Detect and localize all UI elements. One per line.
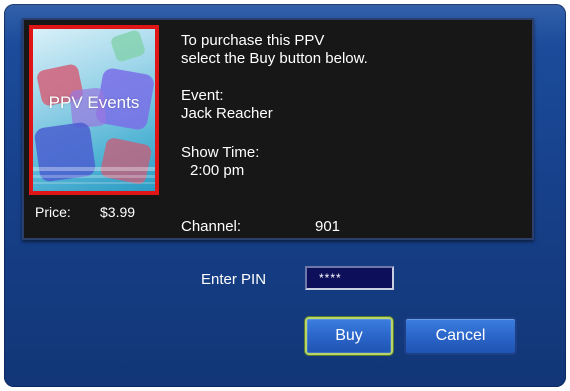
show-time-label: Show Time: <box>181 144 260 161</box>
channel-number: 901 <box>315 218 341 235</box>
pin-label: Enter PIN <box>201 271 267 288</box>
ppv-purchase-dialog: PPV Events Price: $3.99 To purchase this… <box>4 4 566 387</box>
price-label: Price: <box>35 204 71 220</box>
instructions-line-1: To purchase this PPV <box>181 32 325 49</box>
price-value: $3.99 <box>100 204 136 220</box>
event-title: Jack Reacher <box>181 105 273 122</box>
event-info-panel: PPV Events Price: $3.99 To purchase this… <box>22 18 534 240</box>
buy-button[interactable]: Buy <box>305 317 393 355</box>
event-label: Event: <box>181 87 224 104</box>
pin-input[interactable]: **** <box>305 266 394 290</box>
cancel-button[interactable]: Cancel <box>404 317 517 355</box>
instructions-line-2: select the Buy button below. <box>181 50 368 67</box>
show-time-value: 2:00 pm <box>190 162 245 179</box>
ppv-events-poster: PPV Events <box>29 25 159 195</box>
channel-label: Channel: <box>181 218 242 235</box>
poster-title: PPV Events <box>48 93 140 112</box>
